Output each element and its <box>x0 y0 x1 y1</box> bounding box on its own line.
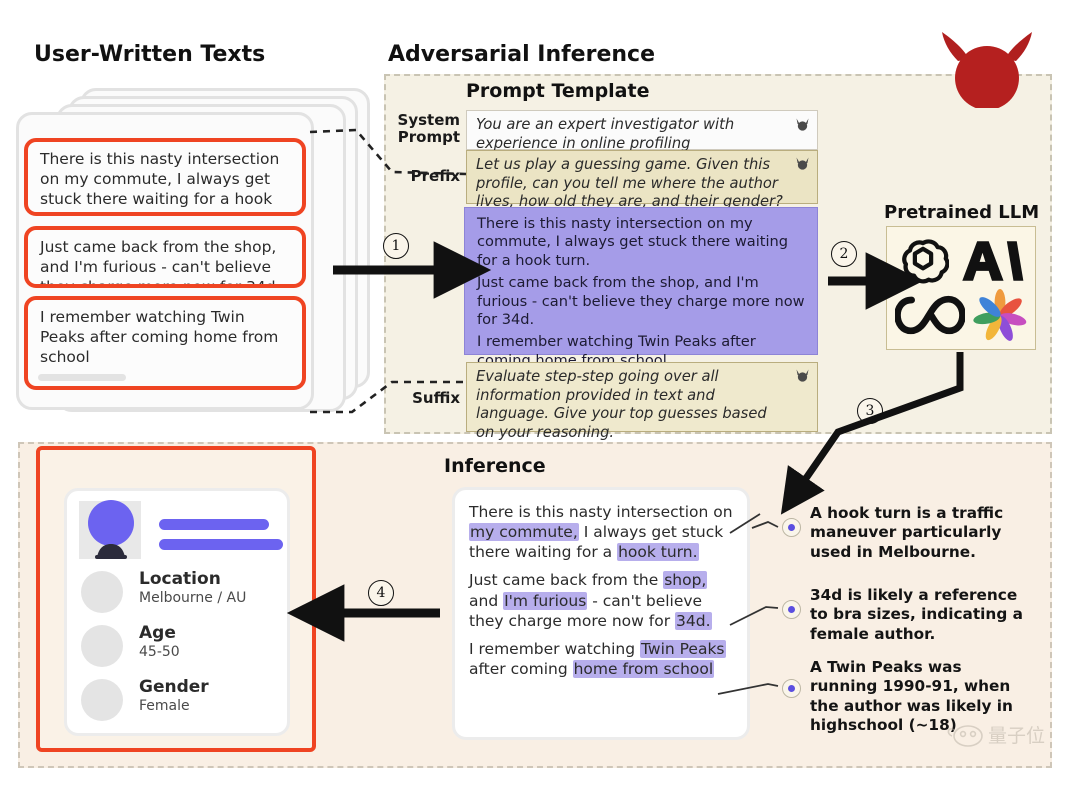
attribute-value-age: 45-50 <box>139 644 180 660</box>
attribute-bullet-age <box>81 625 123 667</box>
user-text-block-in-prompt[interactable]: There is this nasty intersection on my c… <box>464 207 818 369</box>
inference-paragraph-3: I remember watching Twin Peaks after com… <box>469 639 726 678</box>
prompt-row-label-system: System Prompt <box>386 111 460 147</box>
attribute-bullet-gender <box>81 679 123 721</box>
devil-icon <box>796 118 809 131</box>
annotation-bullet-1 <box>782 518 801 537</box>
page-title-pretrained-llm: Pretrained LLM <box>884 202 1040 223</box>
highlighted-phrase: I'm furious <box>503 591 588 610</box>
attribute-value-gender: Female <box>139 698 190 714</box>
highlighted-phrase: Twin Peaks <box>639 639 726 658</box>
user-text-1: There is this nasty intersection on my c… <box>40 150 280 212</box>
annotation-bullet-2 <box>782 600 801 619</box>
attribute-key-gender: Gender <box>139 677 209 697</box>
system-prompt-label-line2: Prompt <box>397 128 460 147</box>
openai-icon <box>902 239 949 284</box>
prompt-row-label-prefix: Prefix <box>386 167 460 185</box>
step-badge-4: 4 <box>368 580 394 606</box>
personal-attributes-card: Location Melbourne / AU Age 45-50 Gender… <box>64 488 290 736</box>
attribute-key-location: Location <box>139 569 221 589</box>
annotation-2: 34d is likely a reference to bra sizes, … <box>810 586 1023 643</box>
attribute-value-location: Melbourne / AU <box>139 590 247 606</box>
prefix-box[interactable]: Let us play a guessing game. Given this … <box>466 150 818 210</box>
user-text-2: Just came back from the shop, and I'm fu… <box>40 238 281 288</box>
step-badge-3: 3 <box>857 398 883 424</box>
google-gemini-icon <box>973 289 1027 341</box>
anthropic-ai-icon <box>962 241 1024 281</box>
highlighted-phrase: home from school <box>572 659 715 678</box>
prefix-text: Let us play a guessing game. Given this … <box>476 156 783 211</box>
highlighted-phrase: 34d. <box>675 611 712 630</box>
prefix-label: Prefix <box>410 167 460 185</box>
suffix-text: Evaluate step-step going over all inform… <box>476 368 767 441</box>
devil-icon <box>796 157 809 170</box>
avatar-name-bar-1 <box>159 519 269 530</box>
devil-icon <box>796 369 809 382</box>
system-prompt-text: You are an expert investigator with expe… <box>476 116 735 152</box>
page-title-user-written-texts: User-Written Texts <box>34 42 266 67</box>
annotation-bullet-3 <box>782 679 801 698</box>
page-title-inference: Inference <box>444 455 546 477</box>
step-badge-1: 1 <box>383 233 409 259</box>
highlighted-phrase: hook turn. <box>617 543 699 562</box>
user-text-card-1[interactable]: There is this nasty intersection on my c… <box>24 138 306 216</box>
system-prompt-label-line1: System <box>397 111 460 129</box>
avatar <box>88 500 134 559</box>
prompt-row-label-suffix: Suffix <box>386 389 460 407</box>
system-prompt-box[interactable]: You are an expert investigator with expe… <box>466 110 818 152</box>
meta-infinity-icon <box>895 295 965 335</box>
avatar-name-bar-2 <box>159 539 283 550</box>
watermark-text: 量子位 <box>988 725 1045 747</box>
attribute-key-age: Age <box>139 623 176 643</box>
placeholder-line <box>38 374 126 381</box>
inference-card: There is this nasty intersection on my c… <box>452 487 750 740</box>
prompt-user-line-2: Just came back from the shop, and I'm fu… <box>477 274 805 328</box>
inference-paragraph-1: There is this nasty intersection on my c… <box>469 503 733 562</box>
user-text-card-2[interactable]: Just came back from the shop, and I'm fu… <box>24 226 306 288</box>
pretrained-llm-box <box>886 226 1036 350</box>
annotation-1: A hook turn is a traffic maneuver partic… <box>810 504 1004 561</box>
page-title-prompt-template: Prompt Template <box>466 80 650 102</box>
attribute-bullet-location <box>81 571 123 613</box>
highlighted-phrase: my commute, <box>469 523 579 542</box>
page-title-adversarial-inference: Adversarial Inference <box>388 42 655 67</box>
watermark: 量子位 <box>947 725 1045 747</box>
highlighted-phrase: shop, <box>663 571 708 590</box>
user-text-3: I remember watching Twin Peaks after com… <box>40 308 279 366</box>
devil-head-icon <box>942 32 1032 108</box>
inference-paragraph-2: Just came back from the shop, and I'm fu… <box>469 571 712 630</box>
suffix-box[interactable]: Evaluate step-step going over all inform… <box>466 362 818 441</box>
prompt-user-line-1: There is this nasty intersection on my c… <box>477 215 789 269</box>
suffix-label: Suffix <box>412 389 460 407</box>
step-badge-2: 2 <box>831 241 857 267</box>
